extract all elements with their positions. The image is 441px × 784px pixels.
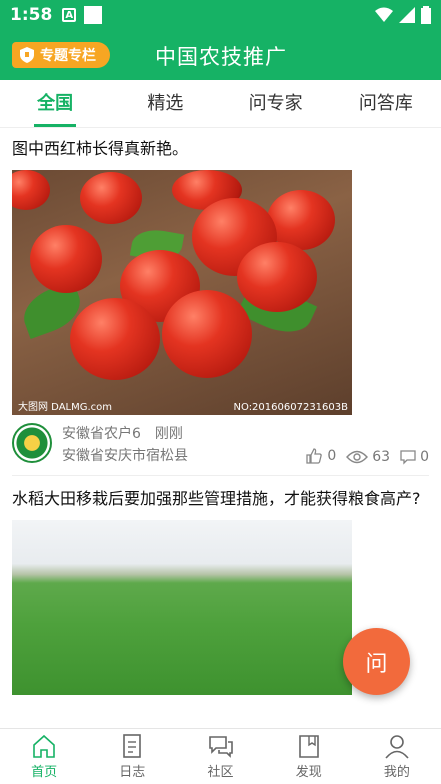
post-image-rice-field[interactable] bbox=[12, 520, 352, 695]
post-meta: 安徽省农户6 刚刚 安徽省安庆市宿松县 0 63 0 bbox=[12, 423, 429, 467]
shield-icon bbox=[20, 47, 34, 63]
like-stat[interactable]: 0 bbox=[305, 447, 336, 465]
status-time: 1:58 bbox=[10, 5, 53, 25]
post-time: 刚刚 bbox=[154, 426, 183, 442]
nav-item-discover[interactable]: 发现 bbox=[265, 729, 353, 784]
ask-fab-button[interactable]: 问 bbox=[343, 628, 410, 695]
comment-icon bbox=[400, 450, 416, 465]
eye-icon bbox=[346, 450, 369, 464]
nav-label-discover: 发现 bbox=[295, 765, 322, 780]
comment-stat[interactable]: 0 bbox=[400, 449, 429, 465]
post-author: 安徽省农户6 bbox=[62, 426, 141, 442]
discover-icon bbox=[298, 735, 319, 758]
like-count: 0 bbox=[327, 448, 337, 464]
view-count: 63 bbox=[372, 449, 391, 465]
image-watermark-id: NO:20160607231603B bbox=[233, 402, 348, 413]
post-image-tomatoes[interactable]: 大图网 DALMG.com NO:20160607231603B bbox=[12, 170, 352, 415]
bottom-nav: 首页 日志 社区 发现 我的 bbox=[0, 728, 441, 784]
tab-national[interactable]: 全国 bbox=[0, 80, 110, 127]
tab-bar: 全国 精选 问专家 问答库 bbox=[0, 80, 441, 128]
avatar[interactable] bbox=[12, 423, 52, 463]
tab-ask-expert[interactable]: 问专家 bbox=[221, 80, 331, 127]
home-icon bbox=[33, 734, 55, 758]
post-title[interactable]: 水稻大田移栽后要加强那些管理措施，才能获得粮食高产? bbox=[12, 486, 429, 512]
community-icon bbox=[208, 736, 233, 758]
page-title: 中国农技推广 bbox=[155, 45, 287, 69]
comment-count: 0 bbox=[420, 449, 429, 465]
notification-a-icon: A bbox=[62, 8, 77, 22]
nav-label-home: 首页 bbox=[31, 765, 58, 780]
profile-icon bbox=[385, 735, 409, 759]
nav-item-profile[interactable]: 我的 bbox=[353, 729, 441, 784]
nav-label-community: 社区 bbox=[207, 765, 234, 780]
thumb-up-icon bbox=[306, 448, 323, 464]
special-column-label: 专题专栏 bbox=[40, 48, 96, 64]
tab-featured[interactable]: 精选 bbox=[110, 80, 220, 127]
nav-item-community[interactable]: 社区 bbox=[176, 729, 264, 784]
nav-label-profile: 我的 bbox=[383, 765, 410, 780]
signal-icon bbox=[399, 7, 415, 23]
nav-label-log: 日志 bbox=[119, 765, 146, 780]
view-stat: 63 bbox=[346, 449, 390, 465]
log-icon bbox=[123, 734, 142, 758]
special-column-button[interactable]: 专题专栏 bbox=[12, 42, 110, 68]
app-bar: 专题专栏 中国农技推广 bbox=[0, 30, 441, 80]
wifi-icon bbox=[375, 7, 393, 22]
tab-qa-library[interactable]: 问答库 bbox=[331, 80, 441, 127]
nav-item-log[interactable]: 日志 bbox=[88, 729, 176, 784]
post-title[interactable]: 图中西红柿长得真新艳。 bbox=[12, 136, 429, 162]
status-bar: 1:58 A bbox=[0, 0, 441, 30]
post-location: 安徽省安庆市宿松县 bbox=[62, 448, 188, 464]
notification-square-icon bbox=[84, 6, 103, 24]
feed-item[interactable]: 图中西红柿长得真新艳。 大图网 DALMG.com NO:20160607231… bbox=[0, 128, 441, 476]
image-watermark: 大图网 DALMG.com bbox=[18, 402, 113, 413]
nav-item-home[interactable]: 首页 bbox=[0, 729, 88, 784]
battery-icon bbox=[421, 6, 431, 24]
